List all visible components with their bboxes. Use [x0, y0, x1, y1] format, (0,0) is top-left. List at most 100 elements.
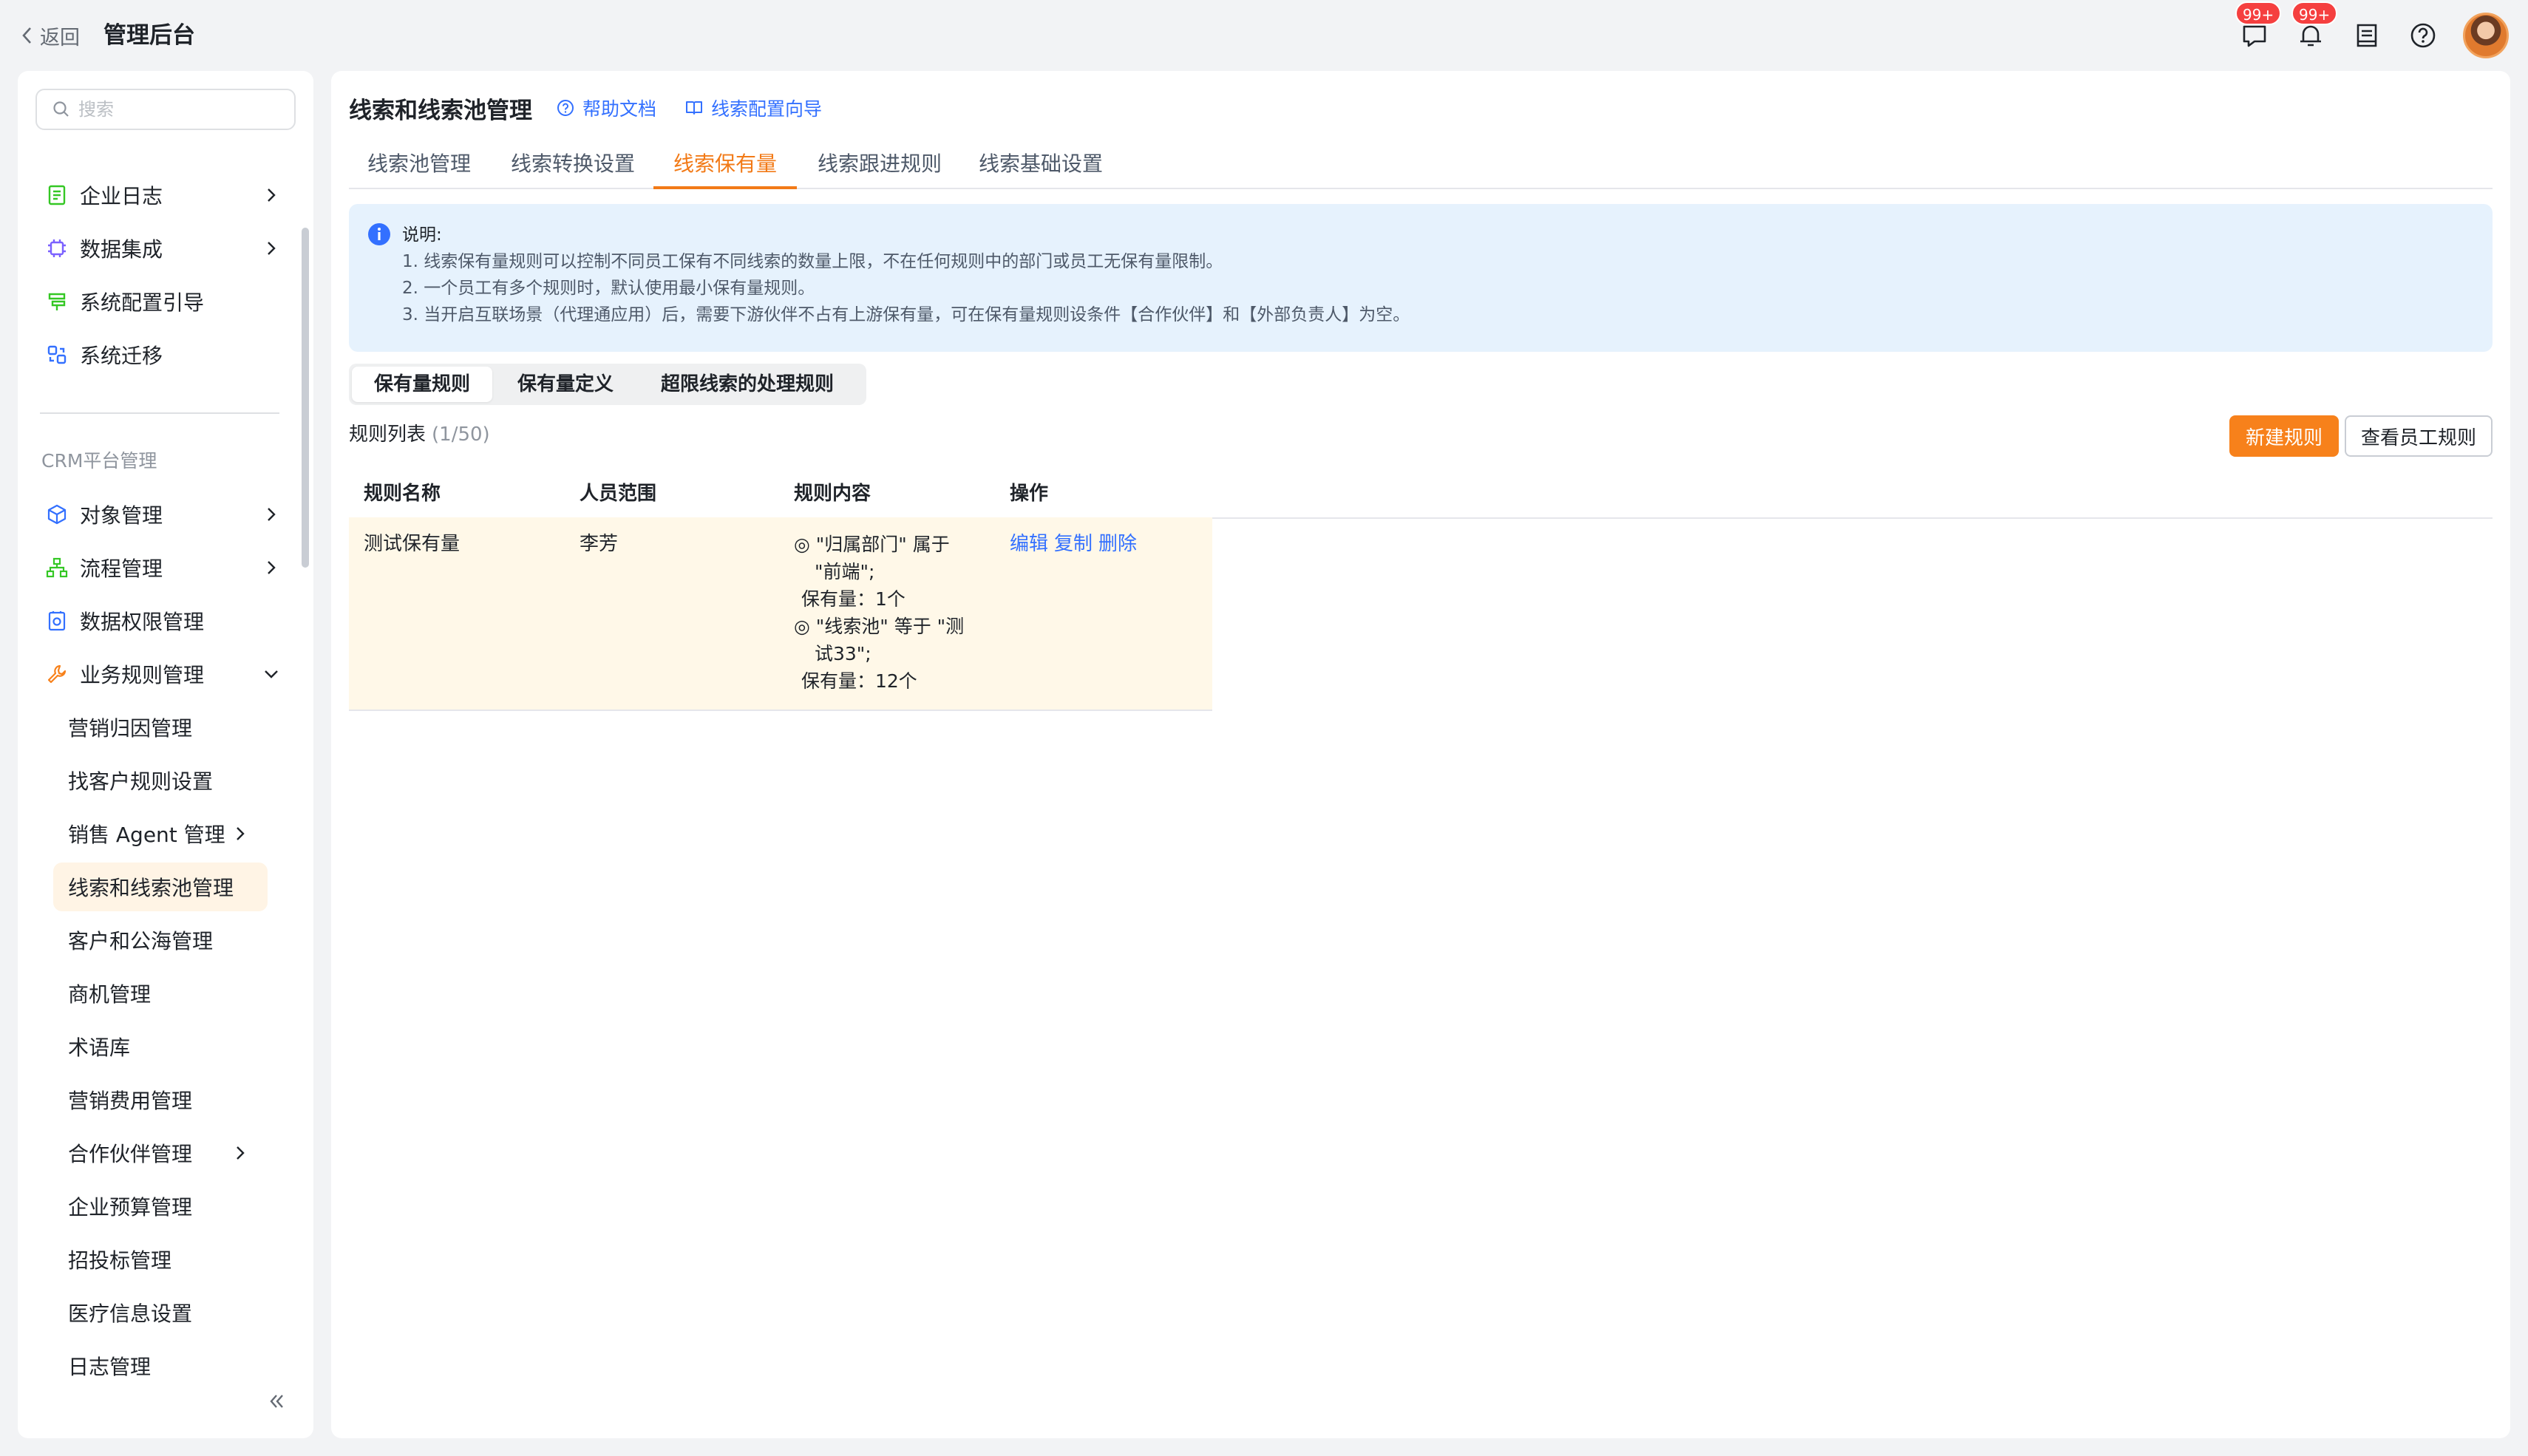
- sidebar-item-label: 企业日志: [80, 184, 163, 208]
- sidebar-subitem-label: 线索和线索池管理: [68, 876, 234, 900]
- notice-title: 说明:: [402, 225, 442, 245]
- actions-cell: 编辑 复制 删除: [1010, 531, 1137, 558]
- sidebar-subitem[interactable]: 找客户规则设置: [53, 756, 268, 805]
- sidebar-item-label: 对象管理: [80, 503, 163, 528]
- sidebar-subitem[interactable]: 术语库: [53, 1022, 268, 1071]
- sidebar-item-system-guide[interactable]: 系统配置引导: [44, 279, 281, 324]
- app-title: 管理后台: [103, 22, 195, 49]
- notice-line: 2. 一个员工有多个规则时，默认使用最小保有量规则。: [402, 279, 815, 298]
- sidebar-subitem-label: 客户和公海管理: [68, 929, 214, 953]
- message-badge: 99+: [2235, 1, 2282, 25]
- avatar[interactable]: [2463, 13, 2509, 58]
- column-header: 规则内容: [794, 483, 871, 505]
- journal-icon: [44, 183, 69, 208]
- column-header: 人员范围: [580, 483, 657, 505]
- notice-line: 1. 线索保有量规则可以控制不同员工保有不同线索的数量上限，不在任何规则中的部门…: [402, 252, 1223, 271]
- info-notice: 说明: 1. 线索保有量规则可以控制不同员工保有不同线索的数量上限，不在任何规则…: [349, 204, 2493, 352]
- table-row: 测试保有量 李芳 ◎ "归属部门" 属于 "前端"; 保有量：1个 ◎ "线索池…: [349, 517, 1212, 711]
- guide-link[interactable]: 线索配置向导: [684, 95, 822, 121]
- tab-lead-followup[interactable]: 线索跟进规则: [807, 142, 952, 189]
- collapse-sidebar-icon[interactable]: [262, 1387, 291, 1416]
- sidebar-subitem[interactable]: 客户和公海管理: [53, 916, 268, 965]
- sidebar-subitem-label: 营销归因管理: [68, 716, 193, 741]
- main-panel: 线索和线索池管理 帮助文档 线索配置向导 线索池管理 线索转换设置 线索保有量 …: [331, 71, 2510, 1438]
- sidebar-subitem[interactable]: 合作伙伴管理: [53, 1129, 268, 1177]
- tab-lead-basic[interactable]: 线索基础设置: [967, 142, 1115, 189]
- help-icon: [2410, 23, 2436, 48]
- sidebar-item-label: 系统配置引导: [80, 290, 205, 315]
- tab-lead-retention[interactable]: 线索保有量: [653, 142, 797, 189]
- sidebar-item-system-migration[interactable]: 系统迁移: [44, 333, 281, 377]
- rule-list-label: 规则列表: [349, 423, 427, 446]
- chevron-right-icon: [268, 242, 276, 255]
- guide-icon: [44, 289, 69, 314]
- sidebar-subitem[interactable]: 企业预算管理: [53, 1182, 268, 1231]
- new-rule-button[interactable]: 新建规则: [2229, 415, 2339, 457]
- chevron-left-icon: [22, 27, 31, 44]
- segment-overlimit-rules[interactable]: 超限线索的处理规则: [639, 367, 856, 402]
- sidebar-item-enterprise-log[interactable]: 企业日志: [44, 173, 281, 217]
- edit-link[interactable]: 编辑: [1010, 531, 1048, 558]
- rule-list-count: (1/50): [432, 423, 490, 446]
- chevron-right-icon: [268, 561, 276, 574]
- question-circle-icon: [557, 100, 574, 116]
- sidebar-subitem[interactable]: 营销费用管理: [53, 1075, 268, 1124]
- tab-lead-pool[interactable]: 线索池管理: [355, 142, 483, 189]
- search-input[interactable]: [78, 99, 285, 120]
- sidebar-item-label: 流程管理: [80, 557, 163, 581]
- sidebar-subitem[interactable]: 日志管理: [53, 1341, 268, 1390]
- info-icon: [368, 223, 390, 245]
- column-header: 规则名称: [364, 483, 441, 505]
- rule-name-cell: 测试保有量: [364, 533, 461, 555]
- notification-button[interactable]: 99+: [2291, 1, 2338, 52]
- sidebar-item-label: 数据集成: [80, 237, 163, 262]
- migrate-icon: [44, 342, 69, 367]
- sidebar-subitem[interactable]: 招投标管理: [53, 1235, 268, 1284]
- segment-retention-rules[interactable]: 保有量规则: [352, 367, 493, 402]
- sidebar-item-object-management[interactable]: 对象管理: [44, 492, 281, 537]
- inbox-button[interactable]: [2351, 19, 2383, 52]
- rule-quota-line: 保有量：12个: [801, 670, 917, 692]
- sidebar-subitem-label: 销售 Agent 管理: [68, 823, 225, 847]
- help-doc-label: 帮助文档: [582, 98, 657, 120]
- rule-condition-line: 试33";: [815, 643, 871, 664]
- sidebar-subitem-label: 企业预算管理: [68, 1195, 193, 1219]
- sidebar-search[interactable]: [35, 89, 296, 130]
- tab-lead-conversion[interactable]: 线索转换设置: [497, 142, 649, 189]
- rule-quota-line: 保有量：1个: [801, 588, 905, 610]
- tab-bar: 线索池管理 线索转换设置 线索保有量 线索跟进规则 线索基础设置: [349, 142, 2493, 189]
- wrench-icon: [44, 661, 69, 687]
- guide-label: 线索配置向导: [711, 98, 823, 120]
- rule-condition-line: ◎ "线索池" 等于 "测: [794, 616, 965, 637]
- delete-link[interactable]: 删除: [1098, 531, 1137, 558]
- inbox-icon: [2357, 24, 2377, 47]
- sidebar-scrollbar[interactable]: [302, 228, 309, 568]
- message-button[interactable]: 99+: [2235, 1, 2282, 52]
- sidebar-subitem-active[interactable]: 线索和线索池管理: [53, 863, 268, 911]
- sidebar-item-label: 数据权限管理: [80, 610, 205, 634]
- sidebar-divider: [40, 412, 279, 414]
- view-employee-rules-button[interactable]: 查看员工规则: [2345, 415, 2493, 457]
- help-doc-link[interactable]: 帮助文档: [556, 95, 656, 121]
- sidebar-subitem[interactable]: 营销归因管理: [53, 703, 268, 752]
- copy-link[interactable]: 复制: [1054, 531, 1093, 558]
- sidebar-item-data-permission[interactable]: 数据权限管理: [44, 599, 281, 643]
- back-button[interactable]: 返回: [19, 19, 80, 52]
- cube-icon: [44, 502, 69, 527]
- flow-icon: [44, 555, 69, 580]
- back-label: 返回: [40, 26, 80, 50]
- sidebar-item-process-management[interactable]: 流程管理: [44, 545, 281, 590]
- sidebar-subitem[interactable]: 医疗信息设置: [53, 1288, 268, 1337]
- book-icon: [686, 101, 703, 115]
- notification-badge: 99+: [2291, 1, 2338, 25]
- chevron-right-icon: [237, 1146, 245, 1160]
- sidebar-item-data-integration[interactable]: 数据集成: [44, 226, 281, 271]
- sidebar-subitem[interactable]: 销售 Agent 管理: [53, 809, 268, 858]
- help-button[interactable]: [2407, 19, 2439, 52]
- sidebar-item-business-rules[interactable]: 业务规则管理: [44, 652, 281, 696]
- segment-retention-definition[interactable]: 保有量定义: [495, 367, 636, 402]
- sidebar-item-label: 业务规则管理: [80, 663, 205, 687]
- chevron-right-icon: [268, 508, 276, 521]
- sidebar-subitem-label: 营销费用管理: [68, 1089, 193, 1113]
- sidebar-subitem[interactable]: 商机管理: [53, 969, 268, 1018]
